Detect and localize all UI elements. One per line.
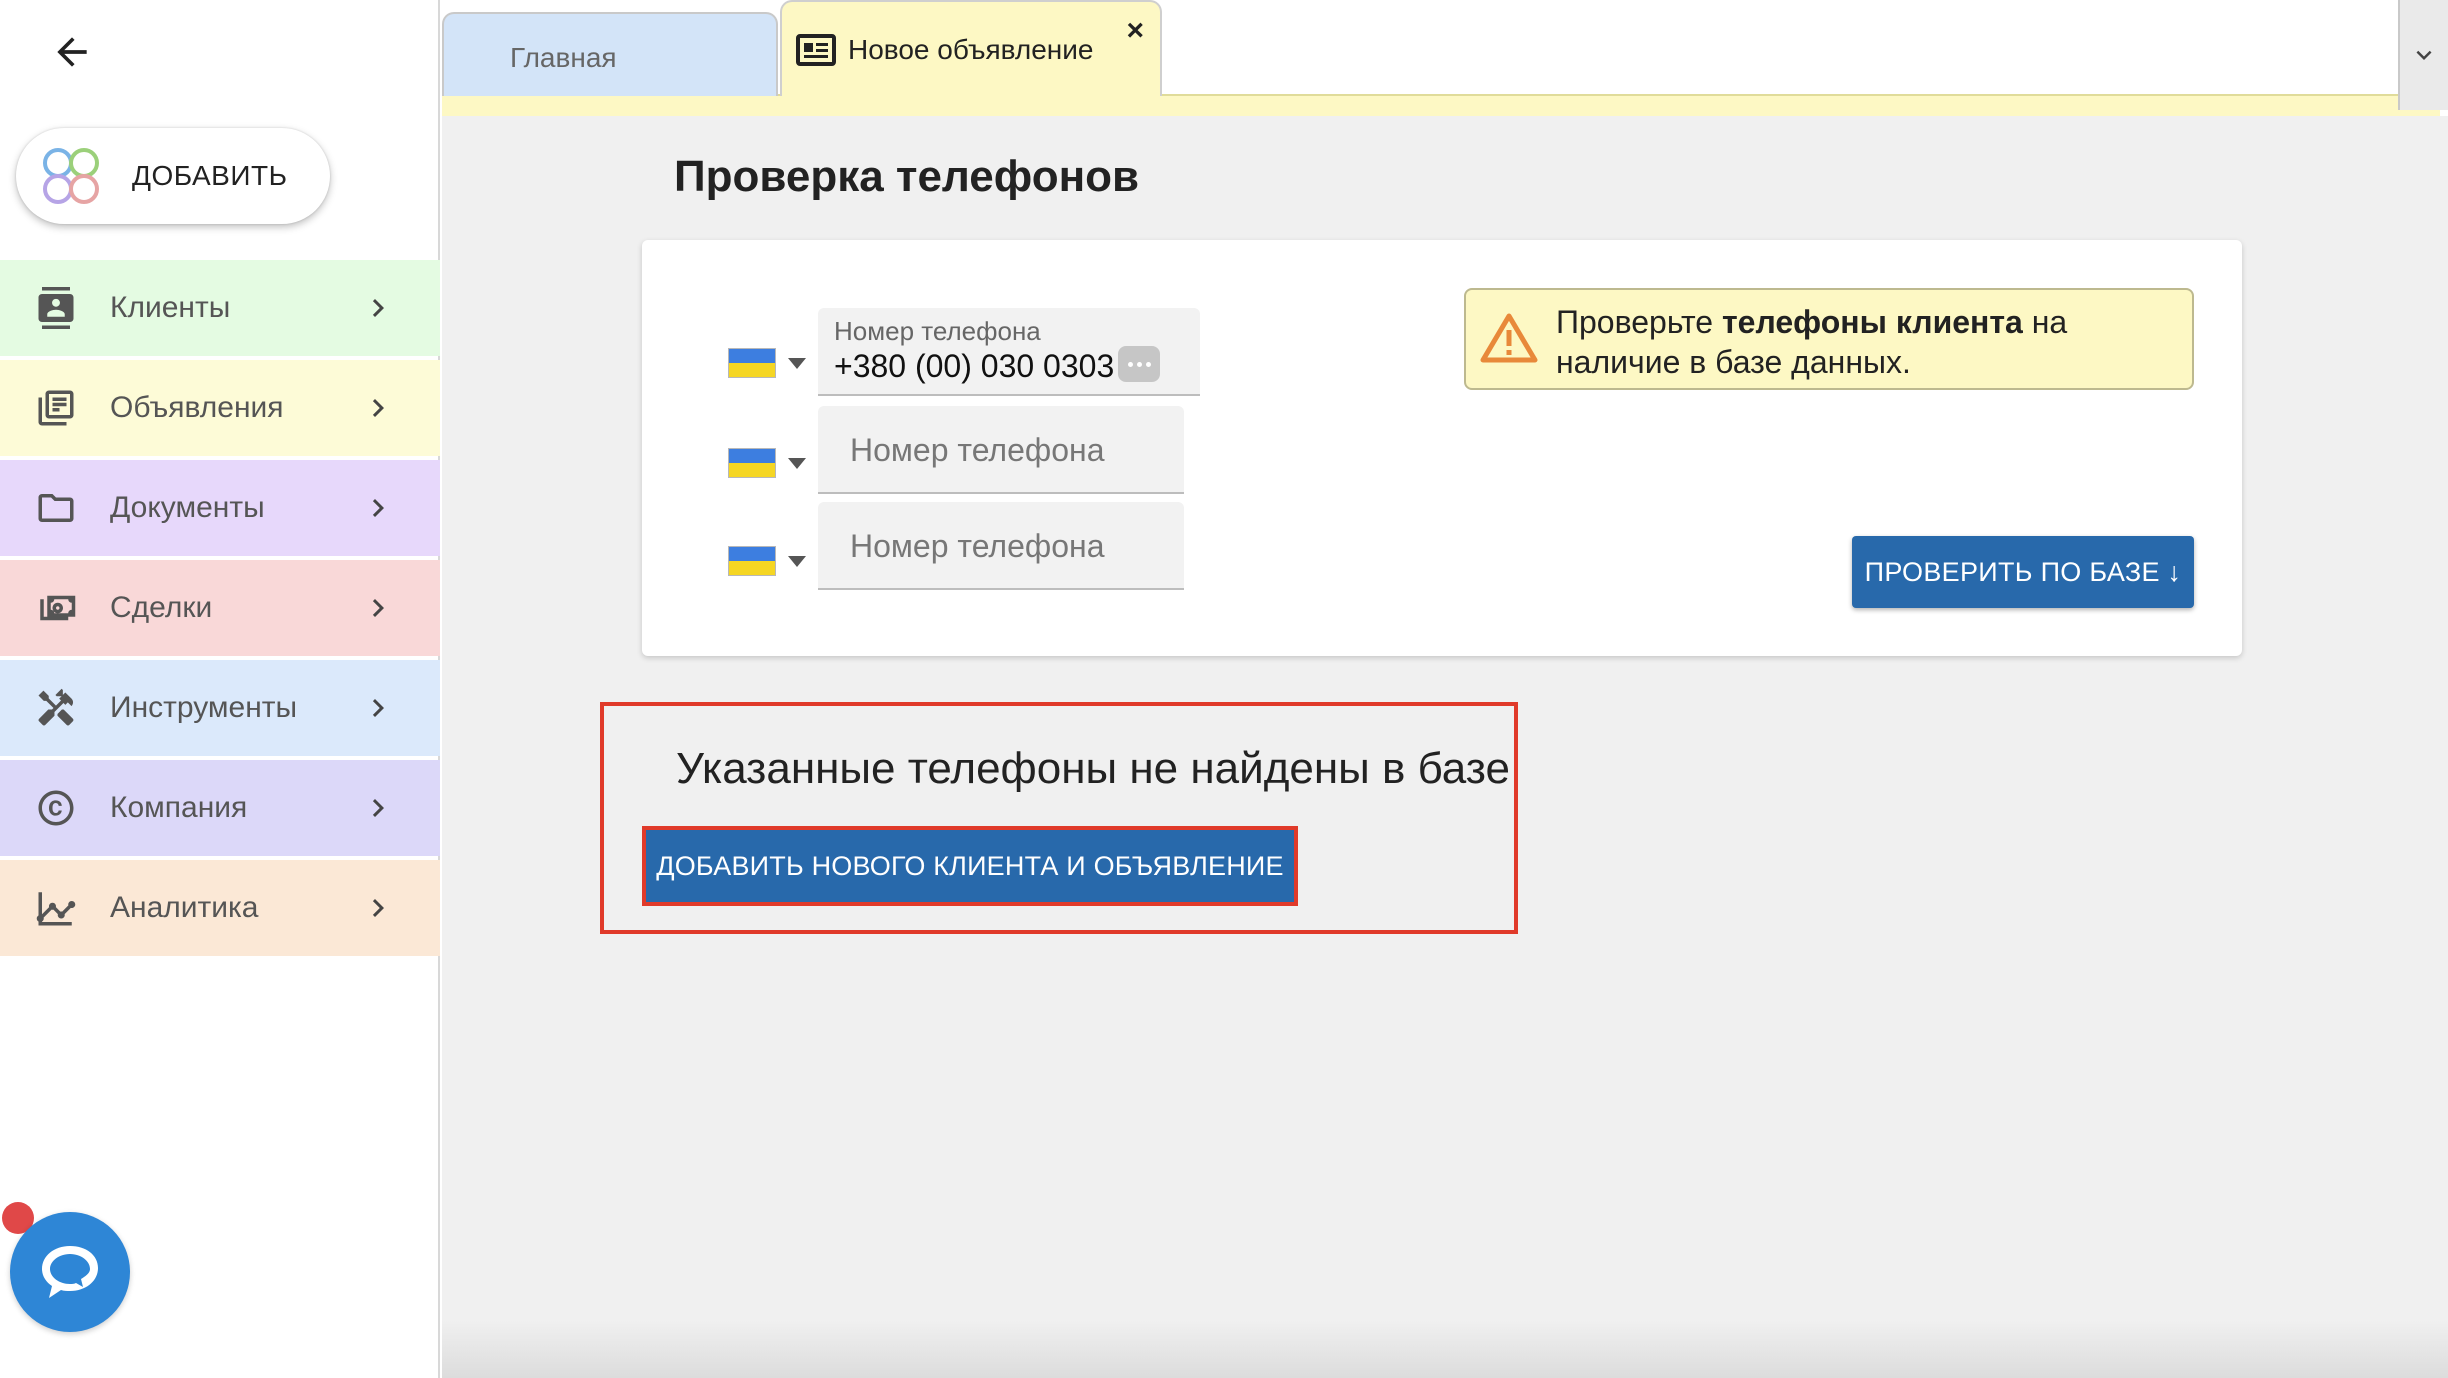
phone-input-placeholder: Номер телефона [850,528,1105,564]
tools-icon [38,688,74,726]
alert-message: Проверьте телефоны клиента на наличие в … [1556,304,2068,380]
phone-country-select[interactable] [728,546,806,576]
chevron-right-icon [372,399,384,417]
tabs-dropdown-button[interactable] [2398,0,2448,110]
arrow-left-icon [57,37,87,67]
add-logo-icon [43,148,99,204]
more-icon[interactable] [1118,346,1160,382]
chevron-right-icon [372,599,384,617]
sidebar: ДОБАВИТЬ Клиенты Объявления Документы Сд… [0,0,440,1378]
ukraine-flag-icon[interactable] [728,348,776,378]
contacts-icon [38,287,74,329]
chevron-down-icon [2416,50,2432,60]
add-button-label: ДОБАВИТЬ [132,160,288,191]
sidebar-item-analytics[interactable]: Аналитика [0,860,440,956]
listing-icon [38,390,74,426]
check-database-button[interactable]: ПРОВЕРИТЬ ПО БАЗЕ ↓ [1852,536,2194,608]
copyright-icon [38,790,74,826]
tab-new-listing-label: Новое объявление [848,34,1094,65]
sidebar-item-label: Объявления [110,391,284,424]
caret-down-icon[interactable] [788,555,806,567]
chevron-right-icon [372,799,384,817]
sidebar-item-tools[interactable]: Инструменты [0,660,440,756]
tab-bar: Главная Новое объявление × [442,0,2448,116]
sidebar-item-label: Инструменты [110,691,298,724]
sidebar-item-label: Сделки [110,591,213,624]
sidebar-item-clients[interactable]: Клиенты [0,260,440,356]
tab-new-listing[interactable]: Новое объявление × [780,0,1162,96]
caret-down-icon[interactable] [788,457,806,469]
chevron-right-icon [372,899,384,917]
phone-input-label: Номер телефона [834,316,1041,346]
chevron-right-icon [372,299,384,317]
phone-input-placeholder: Номер телефона [850,432,1105,468]
add-button[interactable]: ДОБАВИТЬ [16,128,330,224]
ukraine-flag-icon[interactable] [728,546,776,576]
tab-home-label: Главная [510,42,617,73]
main-area: Главная Новое объявление × Проверка теле… [442,0,2448,1378]
bottom-shade [442,1320,2448,1378]
phone-country-select[interactable] [728,348,806,378]
back-button[interactable] [44,24,100,80]
sidebar-item-deals[interactable]: Сделки [0,560,440,656]
ukraine-flag-icon[interactable] [728,448,776,478]
close-icon[interactable]: × [1126,14,1144,48]
add-client-and-listing-button[interactable]: ДОБАВИТЬ НОВОГО КЛИЕНТА И ОБЪЯВЛЕНИЕ [642,826,1298,906]
sidebar-item-listings[interactable]: Объявления [0,360,440,456]
tab-content-strip [442,94,2440,116]
money-icon [40,595,76,621]
sidebar-item-label: Аналитика [110,891,259,924]
analytics-icon [36,892,76,926]
sidebar-item-label: Клиенты [110,291,231,324]
phone-country-select[interactable] [728,448,806,478]
folder-icon [38,494,74,522]
listing-card-icon [796,34,836,66]
info-alert: Проверьте телефоны клиента на наличие в … [1464,288,2194,390]
sidebar-item-label: Компания [110,791,248,824]
page-title: Проверка телефонов [674,152,1140,201]
caret-down-icon[interactable] [788,357,806,369]
phone-check-card: Номер телефона +380 (00) 030 0303 Номер … [642,240,2242,656]
sidebar-item-company[interactable]: Компания [0,760,440,856]
chat-button[interactable] [10,1212,130,1332]
warning-icon [1480,313,1538,363]
chevron-right-icon [372,699,384,717]
phone-input-1[interactable]: Номер телефона +380 (00) 030 0303 [818,308,1200,396]
result-title: Указанные телефоны не найдены в базе [676,744,1510,793]
phone-input-value[interactable]: +380 (00) 030 0303 [834,348,1114,385]
sidebar-item-documents[interactable]: Документы [0,460,440,556]
tab-home[interactable]: Главная [442,12,778,96]
sidebar-nav: Клиенты Объявления Документы Сделки Инст… [0,260,440,960]
sidebar-item-label: Документы [110,491,265,524]
chevron-right-icon [372,499,384,517]
phone-input-3[interactable]: Номер телефона [818,502,1184,590]
phone-input-2[interactable]: Номер телефона [818,406,1184,494]
chat-bubble-icon [42,1246,98,1298]
result-highlight-box: Указанные телефоны не найдены в базе ДОБ… [600,702,1518,934]
